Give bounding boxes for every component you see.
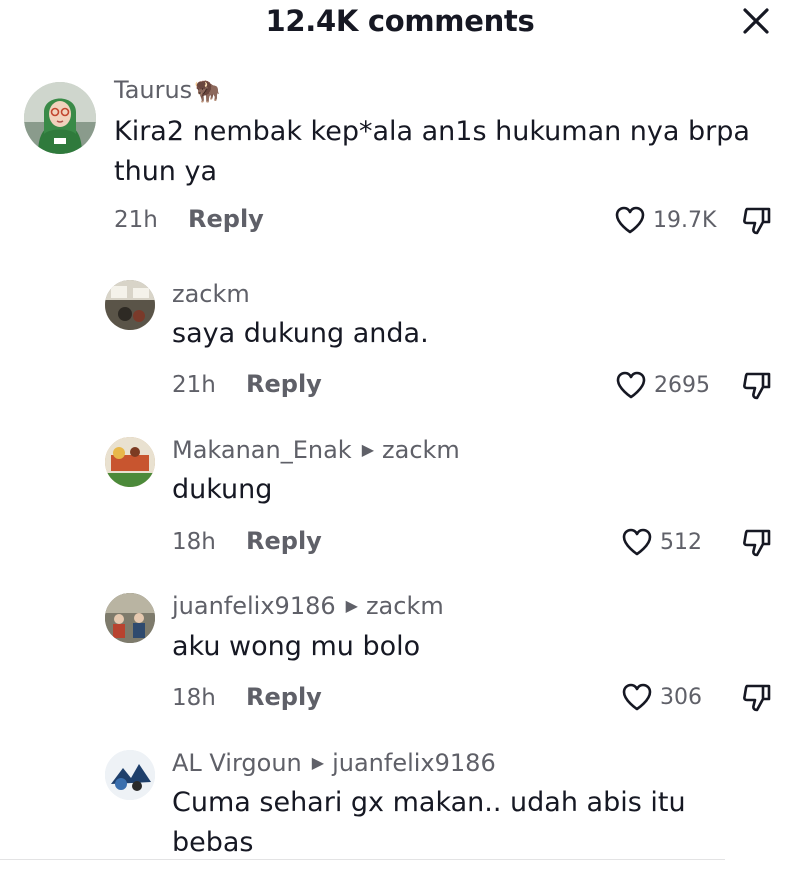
reply-to-username: juanfelix9186 <box>332 749 496 777</box>
divider <box>0 859 725 860</box>
comment-text: Cuma sehari gx makan.. udah abis itu beb… <box>172 787 686 858</box>
comment-username[interactable]: AL Virgoun ▶ juanfelix9186 <box>172 749 496 777</box>
reply-arrow-icon: ▶ <box>311 752 325 772</box>
avatar[interactable] <box>105 750 155 800</box>
comment-item: AL Virgoun ▶ juanfelix9186 Cuma sehari gx … <box>0 0 800 865</box>
